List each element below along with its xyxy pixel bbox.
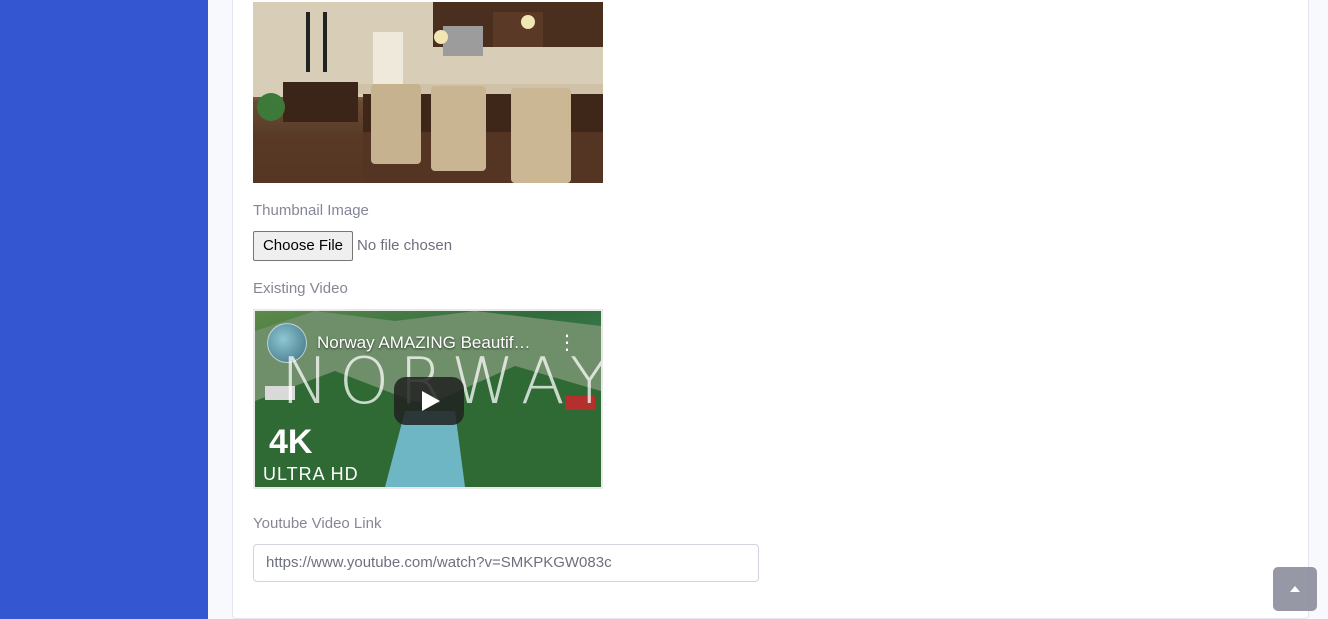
existing-thumbnail-image <box>253 2 603 183</box>
video-badge-4k: 4K <box>269 423 313 461</box>
play-icon[interactable] <box>394 377 464 425</box>
chevron-up-icon <box>1290 586 1300 592</box>
youtube-link-label: Youtube Video Link <box>253 515 382 532</box>
existing-video-label: Existing Video <box>253 280 348 297</box>
youtube-video-embed[interactable]: NORWAY Norway AMAZING Beautif… ⋮ 4K ULTR… <box>253 309 603 489</box>
file-status-text: No file chosen <box>357 237 453 254</box>
video-badge-uhd: ULTRA HD <box>263 464 359 484</box>
sidebar <box>0 0 208 619</box>
more-vertical-icon[interactable]: ⋮ <box>557 333 577 353</box>
scroll-to-top-button[interactable] <box>1273 567 1317 611</box>
youtube-link-input[interactable]: https://www.youtube.com/watch?v=SMKPKGW0… <box>253 544 759 582</box>
video-title[interactable]: Norway AMAZING Beautif… <box>317 333 531 353</box>
thumbnail-image-label: Thumbnail Image <box>253 202 369 219</box>
choose-file-button[interactable]: Choose File <box>253 231 353 261</box>
